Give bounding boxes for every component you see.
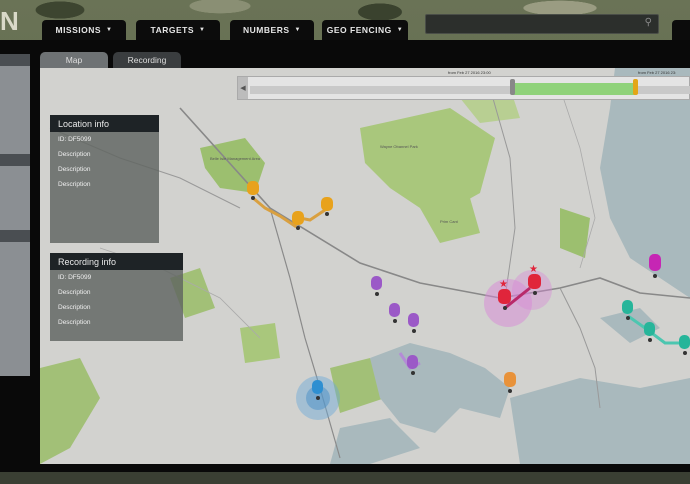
left-panel-divider [0, 230, 30, 242]
nav-numbers[interactable]: NUMBERS ▼ [230, 20, 314, 40]
timeline-selected-range[interactable] [513, 83, 635, 95]
chevron-left-icon[interactable]: ◀ [238, 77, 248, 99]
timeline-slider[interactable]: ◀ from Feb 27 2016 23:00 from Feb 27 201… [237, 70, 690, 100]
nav-missions[interactable]: MISSIONS ▼ [42, 20, 126, 40]
nav-geo-fencing-label: GEO FENCING [326, 25, 392, 35]
caret-down-icon: ▼ [199, 27, 206, 33]
sea-water [510, 378, 690, 464]
app-logo: N [0, 6, 20, 36]
caret-down-icon: ▼ [294, 27, 301, 33]
tab-recording-label: Recording [127, 55, 167, 65]
search-icon[interactable]: ⚲ [645, 17, 652, 28]
location-info-id: ID: DF5099 [58, 136, 92, 143]
map-label: Belle Isle Management Area [210, 156, 261, 161]
location-info-description: Description [58, 151, 91, 158]
location-info-panel: Location info ID: DF5099 Description Des… [50, 115, 159, 243]
recording-info-description: Description [58, 289, 91, 296]
nav-targets-label: TARGETS [150, 25, 195, 35]
nav-more-button[interactable] [672, 20, 690, 40]
search-input[interactable]: ⚲ [425, 14, 659, 34]
location-info-description: Description [58, 166, 91, 173]
location-info-title: Location info [50, 115, 159, 132]
location-info-description: Description [58, 181, 91, 188]
recording-info-panel: Recording info ID: DF5099 Description De… [50, 253, 183, 341]
tab-recording[interactable]: Recording [113, 52, 181, 68]
timeline-start-label: from Feb 27 2016 23:00 [448, 70, 491, 75]
timeline-end-handle[interactable] [633, 79, 638, 95]
map-label: Prim Cant [440, 219, 459, 224]
tab-map-label: Map [65, 55, 83, 65]
recording-info-title: Recording info [50, 253, 183, 270]
recording-info-id: ID: DF5099 [58, 274, 92, 281]
left-side-panel[interactable] [0, 54, 30, 376]
star-icon: ★ [499, 279, 508, 290]
map-label: Wayne Obannel Park [380, 144, 418, 149]
nav-targets[interactable]: TARGETS ▼ [136, 20, 220, 40]
nav-missions-label: MISSIONS [55, 25, 102, 35]
left-panel-divider [0, 54, 30, 66]
caret-down-icon: ▼ [396, 27, 404, 33]
nav-numbers-label: NUMBERS [243, 25, 290, 35]
timeline-start-handle[interactable] [510, 79, 515, 95]
bottom-bar [0, 472, 690, 484]
recording-info-description: Description [58, 319, 91, 326]
tab-map[interactable]: Map [40, 52, 108, 68]
park-area [240, 323, 280, 363]
star-icon: ★ [529, 264, 538, 275]
timeline-end-label: from Feb 27 2016 23: [638, 70, 677, 75]
left-panel-divider [0, 154, 30, 166]
caret-down-icon: ▼ [106, 27, 113, 33]
nav-geo-fencing[interactable]: GEO FENCING ▼ [322, 20, 408, 40]
recording-info-description: Description [58, 304, 91, 311]
